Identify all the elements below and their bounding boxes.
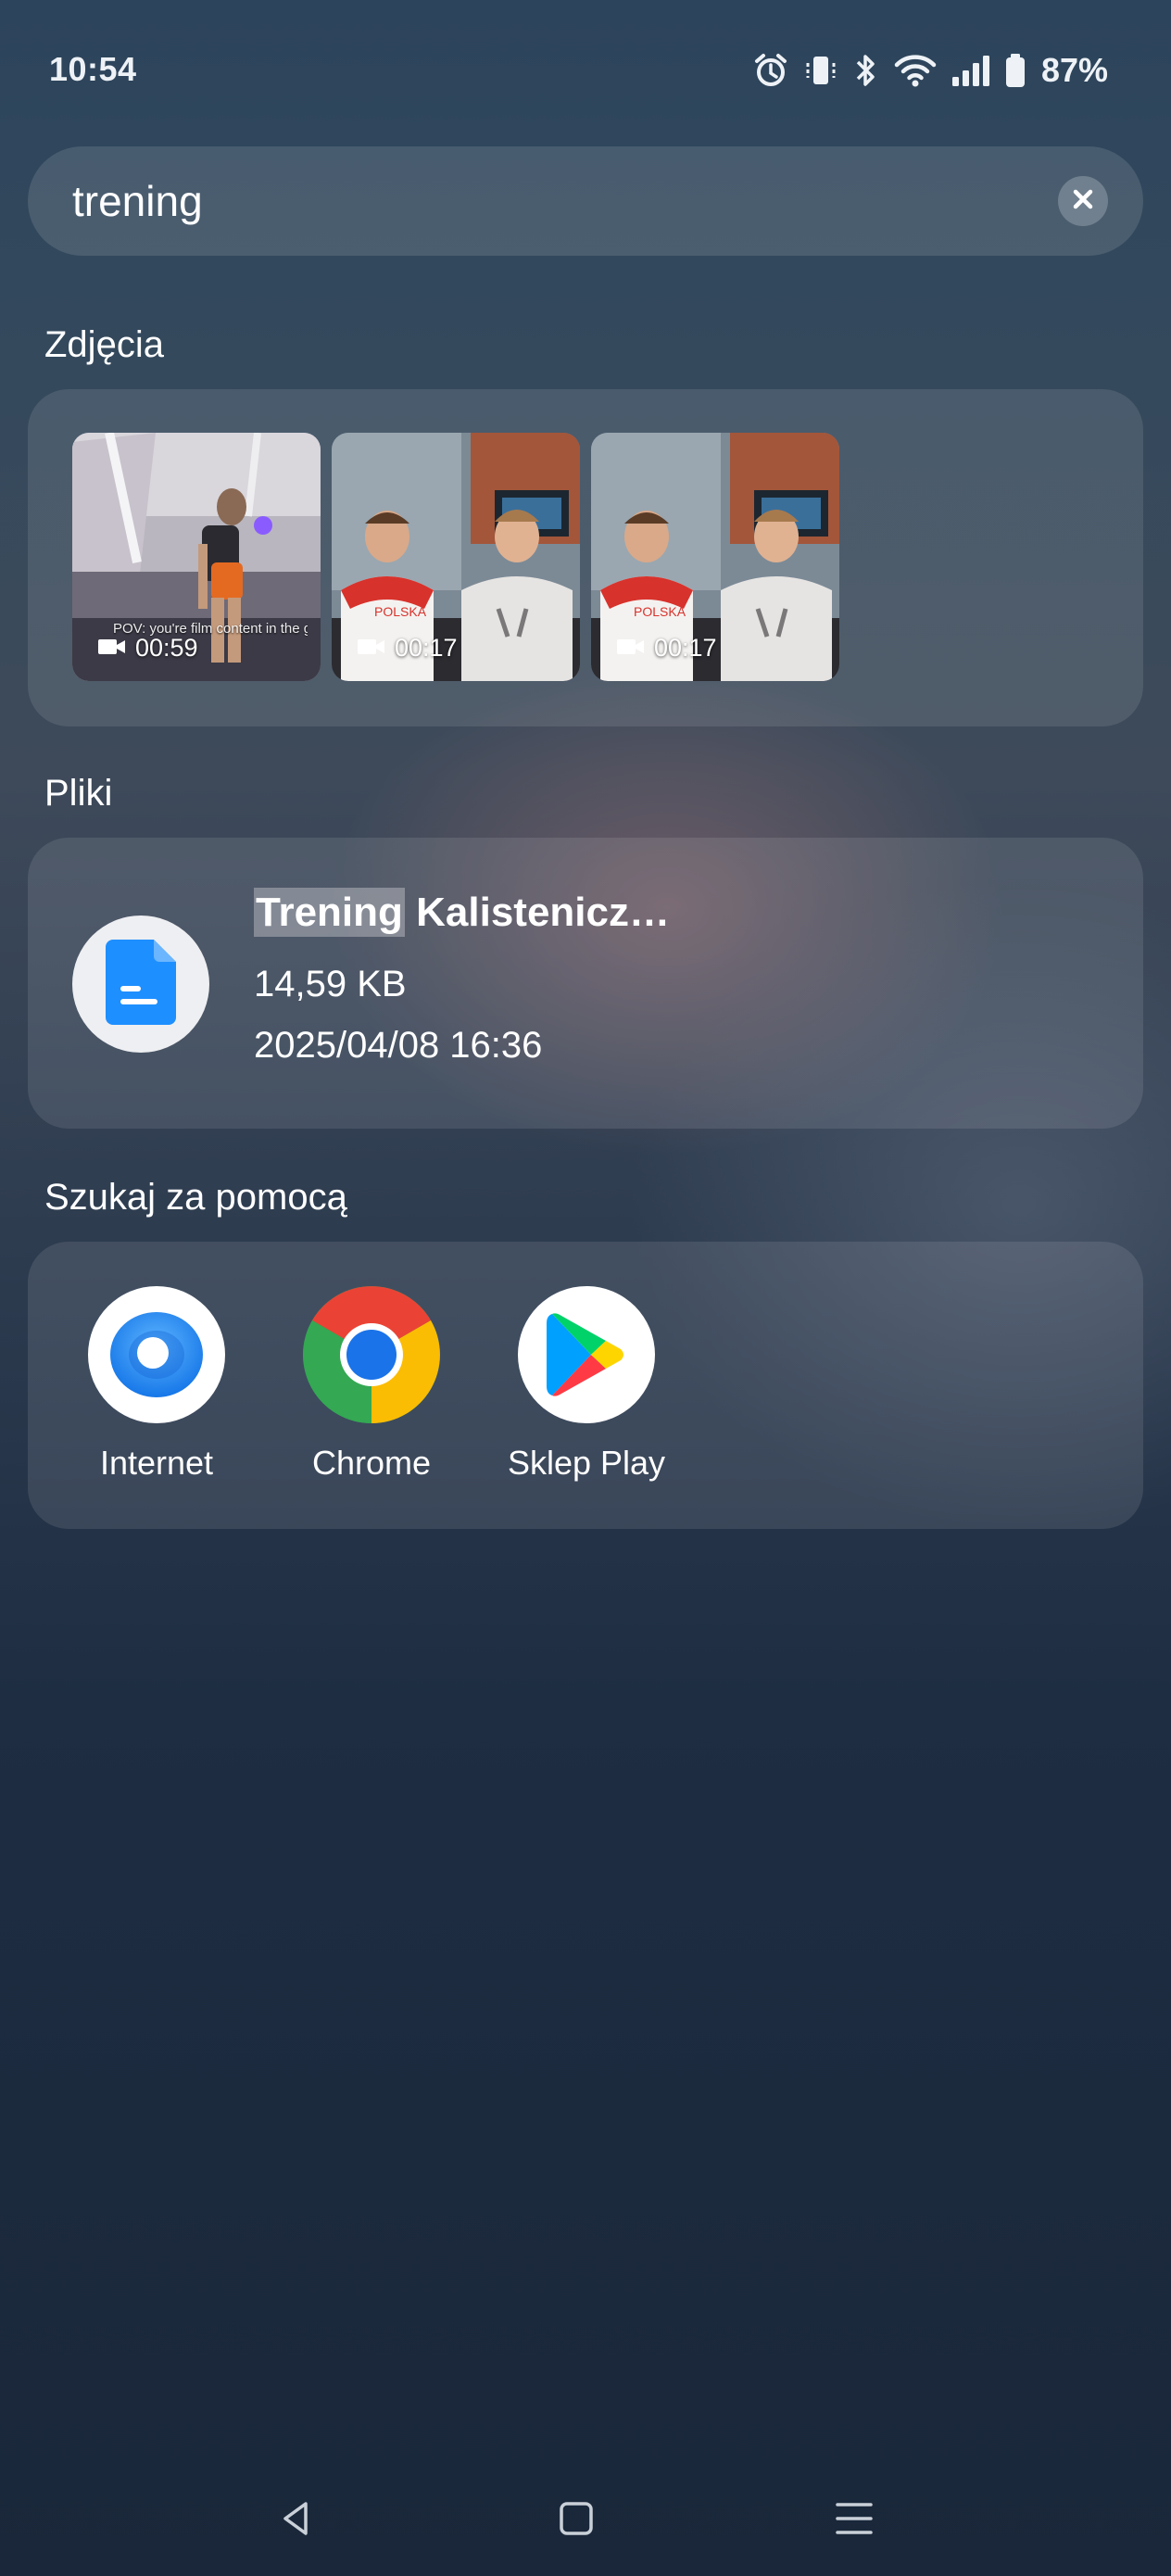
document-icon: [106, 939, 176, 1029]
close-icon: [1071, 187, 1095, 216]
status-time: 10:54: [49, 50, 137, 88]
home-icon: [558, 2500, 595, 2542]
chrome-icon: [303, 1286, 440, 1423]
video-camera-icon: [98, 634, 126, 663]
video-duration: 00:17: [395, 634, 458, 662]
file-date: 2025/04/08 16:36: [254, 1025, 543, 1066]
vibrate-icon: [802, 52, 839, 89]
signal-icon: [951, 52, 991, 89]
clear-search-button[interactable]: [1058, 176, 1108, 226]
files-section-title: Pliki: [44, 773, 113, 814]
file-icon-container: [72, 915, 209, 1053]
video-camera-icon: [617, 634, 645, 663]
svg-text:POLSKA: POLSKA: [374, 604, 427, 619]
play-store-icon: [518, 1286, 655, 1423]
duration-badge: 00:17: [617, 634, 717, 663]
menu-icon: [834, 2500, 875, 2542]
wifi-icon: [893, 52, 938, 89]
app-label: Sklep Play: [507, 1444, 666, 1482]
back-button[interactable]: [259, 2483, 334, 2557]
app-label: Internet: [99, 1444, 214, 1482]
video-camera-icon: [358, 634, 385, 663]
status-icons: 87%: [752, 46, 1108, 95]
recent-apps-button[interactable]: [817, 2483, 891, 2557]
file-name-rest: Kalistenicz…: [404, 890, 670, 935]
search-with-internet[interactable]: Internet: [69, 1286, 245, 1483]
photo-thumbnail[interactable]: POLSKA 00:17: [332, 433, 580, 681]
search-with-chrome[interactable]: Chrome: [283, 1286, 460, 1483]
battery-percent: 87%: [1040, 51, 1108, 89]
file-name: Trening Kalistenicz…: [254, 888, 670, 937]
search-bar: [28, 146, 1143, 256]
file-size: 14,59 KB: [254, 964, 407, 1004]
search-with-card: Internet Chrome Sklep Play: [28, 1242, 1143, 1529]
video-duration: 00:17: [654, 634, 717, 662]
bluetooth-icon: [852, 52, 880, 89]
search-with-section-title: Szukaj za pomocą: [44, 1177, 347, 1218]
navigation-bar: [0, 2465, 1171, 2567]
internet-icon: [88, 1286, 225, 1423]
status-bar: 10:54 87%: [0, 0, 1171, 139]
file-result-item[interactable]: Trening Kalistenicz… 14,59 KB 2025/04/08…: [28, 838, 1143, 1129]
photos-card: POV: you're film content in the gym ... …: [28, 389, 1143, 726]
alarm-icon: [752, 52, 789, 89]
home-button[interactable]: [539, 2483, 613, 2557]
app-label: Chrome: [311, 1444, 432, 1482]
photo-thumbnail[interactable]: POLSKA 00:17: [591, 433, 839, 681]
photo-thumbnail[interactable]: POV: you're film content in the gym ... …: [72, 433, 321, 681]
battery-icon: [1004, 52, 1026, 89]
duration-badge: 00:59: [98, 634, 198, 663]
video-duration: 00:59: [135, 634, 198, 662]
svg-text:POLSKA: POLSKA: [634, 604, 686, 619]
photos-section-title: Zdjęcia: [44, 324, 164, 365]
duration-badge: 00:17: [358, 634, 458, 663]
search-with-play-store[interactable]: Sklep Play: [498, 1286, 674, 1483]
back-icon: [278, 2500, 315, 2542]
search-input[interactable]: [72, 146, 999, 256]
file-name-highlight: Trening: [254, 888, 405, 937]
